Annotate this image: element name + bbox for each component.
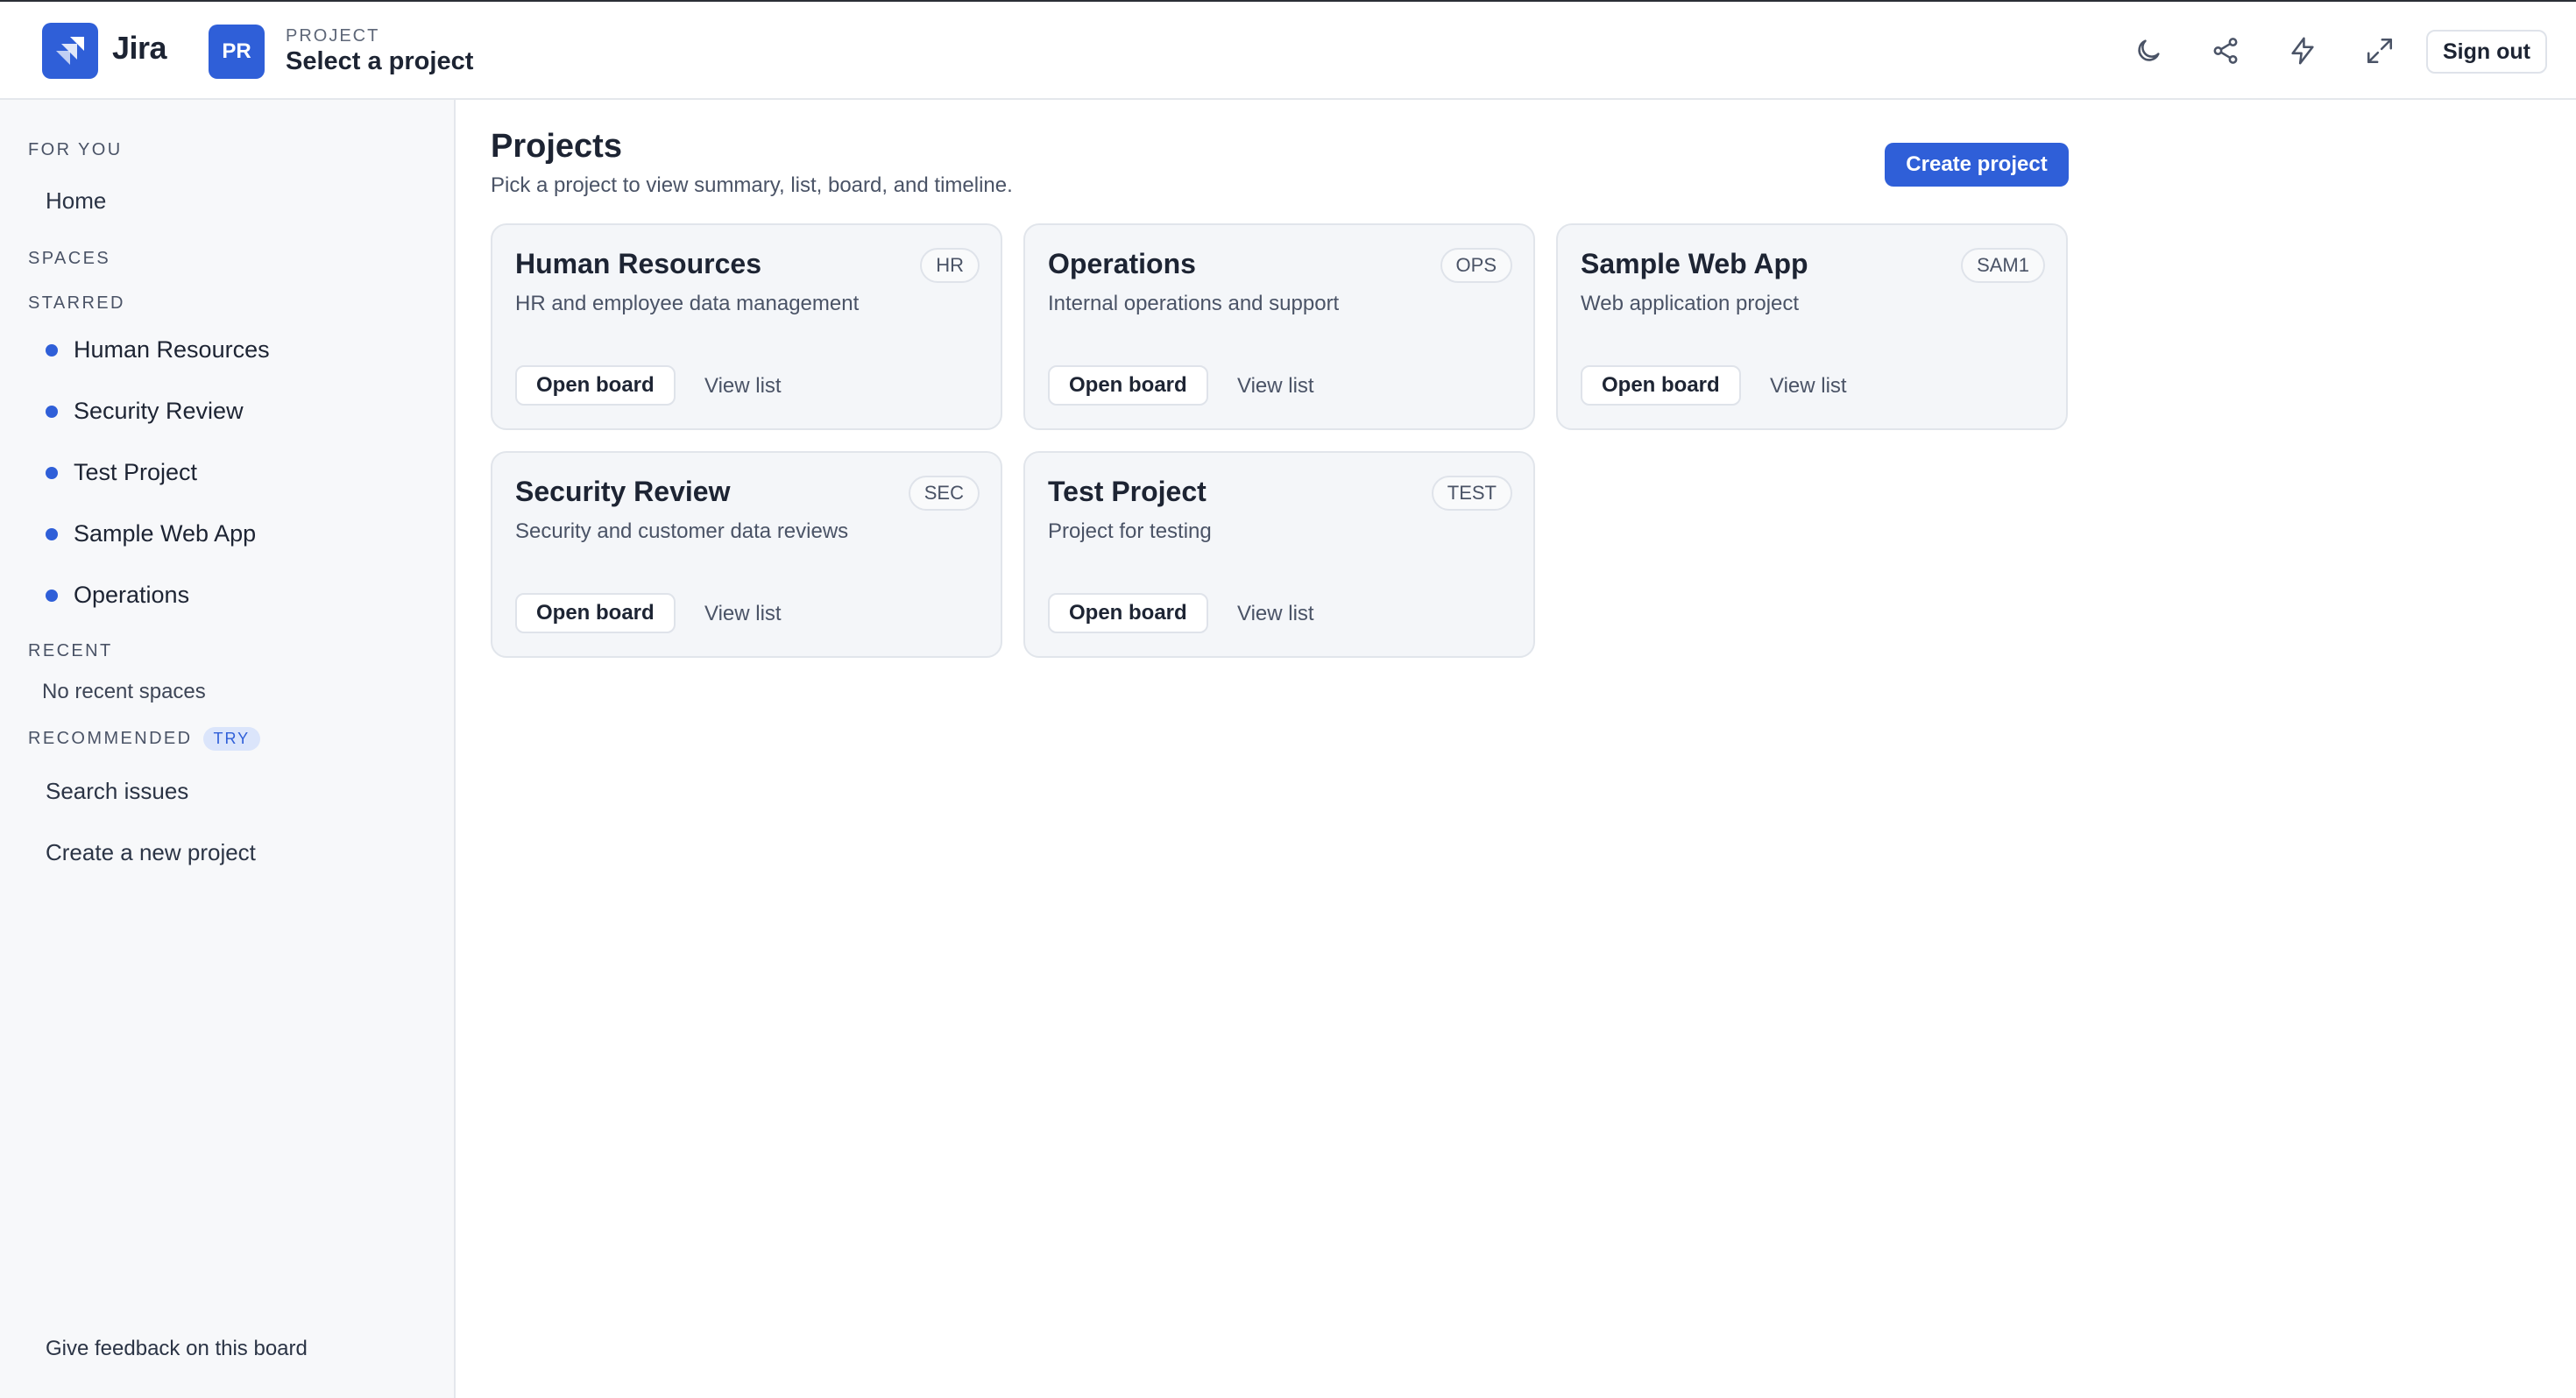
recent-empty-text: No recent spaces	[42, 680, 206, 703]
sign-out-button[interactable]: Sign out	[2426, 30, 2547, 74]
project-key-badge: SAM1	[1961, 248, 2045, 283]
sidebar-item-human-resources[interactable]: Human Resources	[46, 336, 270, 364]
project-key-badge: SEC	[908, 476, 980, 511]
project-avatar[interactable]: PR	[209, 25, 265, 79]
project-card-sec[interactable]: Security Review SEC Security and custome…	[491, 451, 1002, 658]
project-key-badge: HR	[920, 248, 980, 283]
sidebar-item-create-project[interactable]: Create a new project	[46, 839, 256, 866]
open-board-button[interactable]: Open board	[1048, 365, 1208, 406]
view-list-link[interactable]: View list	[1770, 374, 1847, 399]
open-board-button[interactable]: Open board	[515, 593, 676, 633]
project-card-hr[interactable]: Human Resources HR HR and employee data …	[491, 223, 1002, 430]
project-card-test[interactable]: Test Project TEST Project for testing Op…	[1023, 451, 1535, 658]
project-card-ops[interactable]: Operations OPS Internal operations and s…	[1023, 223, 1535, 430]
sidebar-item-label: Security Review	[74, 398, 244, 424]
sidebar-item-home[interactable]: Home	[46, 187, 106, 215]
lightning-icon[interactable]	[2283, 32, 2322, 70]
project-card-sam1[interactable]: Sample Web App SAM1 Web application proj…	[1556, 223, 2068, 430]
section-for-you: FOR YOU	[28, 140, 123, 159]
project-description: Project for testing	[1048, 519, 1212, 543]
sidebar-item-label: Test Project	[74, 459, 198, 485]
jira-logo-icon[interactable]	[42, 23, 98, 79]
starred-dot-icon	[46, 466, 58, 479]
project-name[interactable]: Security Review	[515, 476, 730, 508]
starred-dot-icon	[46, 405, 58, 418]
page-subtitle: Pick a project to view summary, list, bo…	[491, 173, 1013, 197]
project-key-badge: TEST	[1431, 476, 1512, 511]
sidebar-item-label: Human Resources	[74, 336, 270, 363]
sidebar-item-operations[interactable]: Operations	[46, 582, 189, 609]
starred-dot-icon	[46, 343, 58, 357]
expand-icon[interactable]	[2360, 32, 2399, 70]
project-caption: PROJECT	[286, 26, 380, 46]
section-recommended-label: RECOMMENDED	[28, 728, 193, 748]
project-name[interactable]: Operations	[1048, 248, 1196, 280]
top-header: Jira PR PROJECT Select a project Sign ou…	[0, 2, 2576, 100]
project-title[interactable]: Select a project	[286, 47, 473, 76]
create-project-button[interactable]: Create project	[1885, 143, 2069, 187]
sidebar-item-sample-web-app[interactable]: Sample Web App	[46, 520, 256, 547]
sidebar-item-label: Sample Web App	[74, 520, 257, 547]
sidebar-item-label: Operations	[74, 582, 190, 608]
project-description: Web application project	[1581, 292, 1800, 315]
feedback-link[interactable]: Give feedback on this board	[46, 1337, 308, 1361]
starred-dot-icon	[46, 527, 58, 540]
starred-dot-icon	[46, 589, 58, 602]
open-board-button[interactable]: Open board	[515, 365, 676, 406]
share-icon[interactable]	[2206, 32, 2245, 70]
open-board-button[interactable]: Open board	[1048, 593, 1208, 633]
sidebar-item-test-project[interactable]: Test Project	[46, 459, 197, 486]
project-description: HR and employee data management	[515, 292, 860, 315]
view-list-link[interactable]: View list	[1237, 602, 1314, 626]
project-name[interactable]: Test Project	[1048, 476, 1207, 508]
section-recent: RECENT	[28, 641, 113, 660]
section-spaces: SPACES	[28, 249, 111, 268]
project-key-badge: OPS	[1440, 248, 1512, 283]
moon-icon[interactable]	[2129, 32, 2168, 70]
view-list-link[interactable]: View list	[704, 602, 782, 626]
project-name[interactable]: Sample Web App	[1581, 248, 1808, 280]
open-board-button[interactable]: Open board	[1581, 365, 1741, 406]
sidebar: FOR YOU Home SPACES STARRED Human Resour…	[0, 100, 456, 1398]
try-badge: TRY	[202, 727, 261, 751]
sidebar-item-search-issues[interactable]: Search issues	[46, 778, 188, 805]
project-description: Internal operations and support	[1048, 292, 1340, 315]
section-starred: STARRED	[28, 293, 125, 313]
view-list-link[interactable]: View list	[1237, 374, 1314, 399]
sidebar-item-security-review[interactable]: Security Review	[46, 398, 244, 425]
project-description: Security and customer data reviews	[515, 519, 849, 543]
project-name[interactable]: Human Resources	[515, 248, 761, 280]
view-list-link[interactable]: View list	[704, 374, 782, 399]
section-recommended: RECOMMENDED TRY	[28, 727, 261, 751]
app-name[interactable]: Jira	[112, 30, 167, 67]
page-title: Projects	[491, 128, 622, 165]
